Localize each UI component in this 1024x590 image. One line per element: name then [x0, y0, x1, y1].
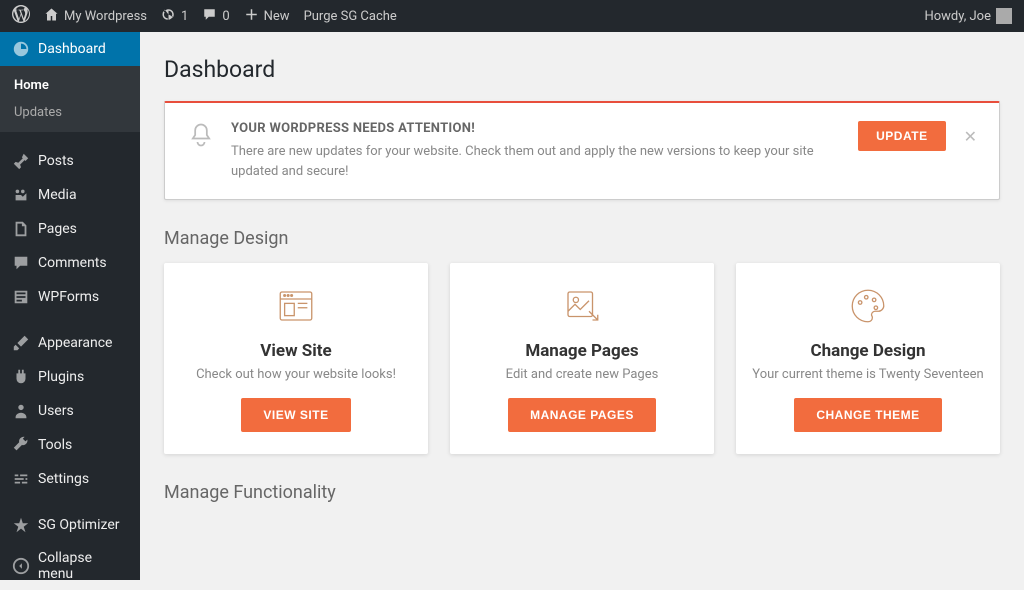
comments-icon: [12, 254, 30, 272]
updates-link[interactable]: 1: [161, 7, 188, 26]
card-view-site-desc: Check out how your website looks!: [180, 367, 412, 382]
close-icon[interactable]: ✕: [964, 127, 977, 146]
browser-icon: [180, 285, 412, 327]
section-manage-design: Manage Design: [164, 228, 1000, 249]
sidebar-item-posts[interactable]: Posts: [0, 144, 140, 178]
new-label: New: [264, 9, 290, 24]
sidebar-sg-label: SG Optimizer: [38, 517, 119, 533]
sidebar-item-wpforms[interactable]: WPForms: [0, 280, 140, 314]
page-title: Dashboard: [164, 56, 1000, 83]
palette-icon: [752, 285, 984, 327]
card-change-design-desc: Your current theme is Twenty Seventeen: [752, 367, 984, 382]
dashboard-icon: [12, 40, 30, 58]
sidebar-sub-home[interactable]: Home: [0, 72, 140, 99]
design-cards: View Site Check out how your website loo…: [164, 263, 1000, 454]
card-view-site-title: View Site: [180, 341, 412, 361]
bell-icon: [187, 121, 215, 153]
sidebar-users-label: Users: [38, 403, 74, 419]
optimizer-icon: [12, 516, 30, 534]
notice-text: There are new updates for your website. …: [231, 142, 842, 181]
comments-count-label: 0: [222, 9, 229, 24]
site-name-label: My Wordpress: [64, 9, 147, 24]
sidebar-comments-label: Comments: [38, 255, 107, 271]
sidebar-item-appearance[interactable]: Appearance: [0, 326, 140, 360]
sidebar-item-pages[interactable]: Pages: [0, 212, 140, 246]
view-site-button[interactable]: VIEW SITE: [241, 398, 350, 432]
form-icon: [12, 288, 30, 306]
sidebar-sub-updates[interactable]: Updates: [0, 99, 140, 126]
media-icon: [12, 186, 30, 204]
notice-title: YOUR WORDPRESS NEEDS ATTENTION!: [231, 121, 842, 136]
sidebar-dashboard-label: Dashboard: [38, 41, 106, 57]
change-theme-button[interactable]: CHANGE THEME: [794, 398, 941, 432]
comment-icon: [202, 7, 217, 26]
admin-sidebar: Dashboard Home Updates Posts Media Pages…: [0, 32, 140, 580]
card-view-site: View Site Check out how your website loo…: [164, 263, 428, 454]
update-button[interactable]: UPDATE: [858, 121, 945, 151]
pages-icon: [12, 220, 30, 238]
card-change-design: Change Design Your current theme is Twen…: [736, 263, 1000, 454]
plugin-icon: [12, 368, 30, 386]
card-manage-pages-title: Manage Pages: [466, 341, 698, 361]
brush-icon: [12, 334, 30, 352]
section-manage-functionality: Manage Functionality: [164, 482, 1000, 503]
card-change-design-title: Change Design: [752, 341, 984, 361]
sidebar-pages-label: Pages: [38, 221, 77, 237]
avatar: [996, 8, 1012, 24]
wrench-icon: [12, 436, 30, 454]
howdy-label: Howdy, Joe: [924, 9, 991, 24]
sliders-icon: [12, 470, 30, 488]
sidebar-item-tools[interactable]: Tools: [0, 428, 140, 462]
comments-link[interactable]: 0: [202, 7, 229, 26]
sidebar-plugins-label: Plugins: [38, 369, 84, 385]
wordpress-logo-menu[interactable]: [12, 5, 30, 27]
sidebar-item-collapse[interactable]: Collapse menu: [0, 542, 140, 590]
sidebar-posts-label: Posts: [38, 153, 74, 169]
collapse-icon: [12, 557, 30, 575]
sidebar-media-label: Media: [38, 187, 77, 203]
plus-icon: [244, 7, 259, 26]
refresh-icon: [161, 7, 176, 26]
admin-bar: My Wordpress 1 0 New Purge SG Cache Howd…: [0, 0, 1024, 32]
sidebar-item-dashboard[interactable]: Dashboard: [0, 32, 140, 66]
site-name-link[interactable]: My Wordpress: [44, 7, 147, 26]
purge-cache-link[interactable]: Purge SG Cache: [304, 9, 397, 24]
sidebar-item-comments[interactable]: Comments: [0, 246, 140, 280]
purge-cache-label: Purge SG Cache: [304, 9, 397, 24]
sidebar-settings-label: Settings: [38, 471, 89, 487]
sidebar-tools-label: Tools: [38, 437, 72, 453]
sidebar-item-settings[interactable]: Settings: [0, 462, 140, 496]
main-content: Dashboard YOUR WORDPRESS NEEDS ATTENTION…: [140, 32, 1024, 580]
sidebar-wpforms-label: WPForms: [38, 289, 99, 305]
sidebar-item-sg-optimizer[interactable]: SG Optimizer: [0, 508, 140, 542]
card-manage-pages: Manage Pages Edit and create new Pages M…: [450, 263, 714, 454]
sidebar-item-users[interactable]: Users: [0, 394, 140, 428]
sidebar-submenu-dashboard: Home Updates: [0, 66, 140, 132]
update-notice: YOUR WORDPRESS NEEDS ATTENTION! There ar…: [164, 101, 1000, 200]
wordpress-icon: [12, 5, 30, 27]
manage-pages-button[interactable]: MANAGE PAGES: [508, 398, 656, 432]
sidebar-item-media[interactable]: Media: [0, 178, 140, 212]
card-manage-pages-desc: Edit and create new Pages: [466, 367, 698, 382]
image-edit-icon: [466, 285, 698, 327]
pin-icon: [12, 152, 30, 170]
sidebar-appearance-label: Appearance: [38, 335, 112, 351]
user-menu[interactable]: Howdy, Joe: [924, 8, 1012, 24]
user-icon: [12, 402, 30, 420]
sidebar-collapse-label: Collapse menu: [38, 550, 128, 582]
home-icon: [44, 7, 59, 26]
new-content-link[interactable]: New: [244, 7, 290, 26]
sidebar-item-plugins[interactable]: Plugins: [0, 360, 140, 394]
updates-count-label: 1: [181, 9, 188, 24]
